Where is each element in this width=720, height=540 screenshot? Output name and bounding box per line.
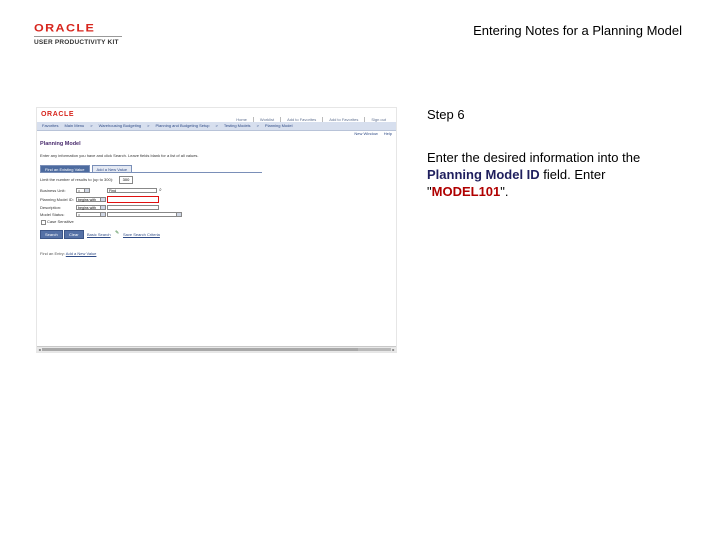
description-label: Description: — [40, 205, 62, 210]
clear-button[interactable]: Clear — [64, 230, 84, 239]
case-sensitive-label: Case Sensitive — [47, 219, 74, 224]
business-unit-operator[interactable]: = — [76, 188, 90, 193]
page-links: New Window Help — [354, 131, 392, 136]
breadcrumb-sep: > — [147, 123, 150, 128]
find-entry-line: Find an Entry: Add a New Value — [40, 251, 96, 256]
breadcrumb-item[interactable]: Planning Model — [262, 123, 296, 128]
business-unit-input[interactable]: Find — [107, 188, 157, 193]
add-new-value-link[interactable]: Add a New Value — [66, 251, 97, 256]
upk-logo: ORACLE USER PRODUCTIVITY KIT — [34, 22, 124, 46]
instr-field-name: Planning Model ID — [427, 167, 540, 182]
instr-value: MODEL101 — [431, 184, 501, 199]
save-icon: ✎ — [115, 230, 120, 236]
logo-divider — [34, 36, 122, 37]
breadcrumb-sep: > — [215, 123, 218, 128]
step-instructions: Enter the desired information into the P… — [427, 149, 667, 200]
breadcrumb: Favorites Main Menu > Warehousing Budget… — [39, 123, 295, 128]
step-number: Step 6 — [427, 107, 465, 122]
planning-model-id-label: Planning Model ID: — [40, 197, 74, 202]
upk-logo-text: USER PRODUCTIVITY KIT — [34, 39, 119, 46]
tab-underline — [40, 172, 262, 173]
scroll-right-arrow-icon[interactable]: ▸ — [391, 347, 396, 352]
slide-title: Entering Notes for a Planning Model — [473, 23, 682, 38]
search-description: Enter any information you have and click… — [40, 153, 199, 158]
lookup-icon[interactable]: ⌕ — [159, 187, 162, 193]
description-input[interactable] — [107, 205, 159, 210]
instr-text-3: ". — [500, 184, 509, 199]
planning-model-id-operator[interactable]: begins with — [76, 197, 106, 202]
limit-label: Limit the number of results to (up to 30… — [40, 177, 114, 182]
breadcrumb-item[interactable]: Warehousing Budgeting — [96, 123, 145, 128]
breadcrumb-item[interactable]: Favorites — [39, 123, 61, 128]
business-unit-label: Business Unit: — [40, 188, 66, 193]
application-screenshot: ORACLE Home Worklist Add to Favorites Ad… — [36, 107, 397, 353]
app-page-title: Planning Model — [40, 141, 81, 147]
help-link[interactable]: Help — [384, 131, 392, 136]
oracle-logo-text: ORACLE — [34, 21, 96, 35]
save-search-criteria-link[interactable]: Save Search Criteria — [123, 232, 160, 237]
breadcrumb-sep: > — [90, 123, 93, 128]
description-operator[interactable]: begins with — [76, 205, 106, 210]
case-sensitive-checkbox[interactable] — [41, 220, 46, 225]
find-entry-label: Find an Entry: — [40, 251, 65, 256]
limit-input[interactable]: 300 — [119, 176, 133, 184]
basic-search-link[interactable]: Basic Search — [87, 232, 111, 237]
new-window-link[interactable]: New Window — [354, 131, 377, 136]
model-status-label: Model Status: — [40, 212, 65, 217]
breadcrumb-item[interactable]: Planning and Budgeting Setup — [152, 123, 212, 128]
breadcrumb-item[interactable]: Main Menu — [61, 123, 87, 128]
scroll-thumb[interactable] — [42, 348, 358, 351]
app-oracle-logo: ORACLE — [41, 111, 75, 118]
horizontal-scrollbar[interactable]: ◂ ▸ — [37, 346, 396, 352]
breadcrumb-item[interactable]: Testing Models — [221, 123, 254, 128]
breadcrumb-sep: > — [256, 123, 259, 128]
model-status-select[interactable] — [107, 212, 182, 217]
search-button[interactable]: Search — [40, 230, 63, 239]
planning-model-id-input[interactable] — [107, 196, 159, 203]
model-status-operator[interactable]: = — [76, 212, 106, 217]
instr-text-1: Enter the desired information into the — [427, 150, 641, 165]
